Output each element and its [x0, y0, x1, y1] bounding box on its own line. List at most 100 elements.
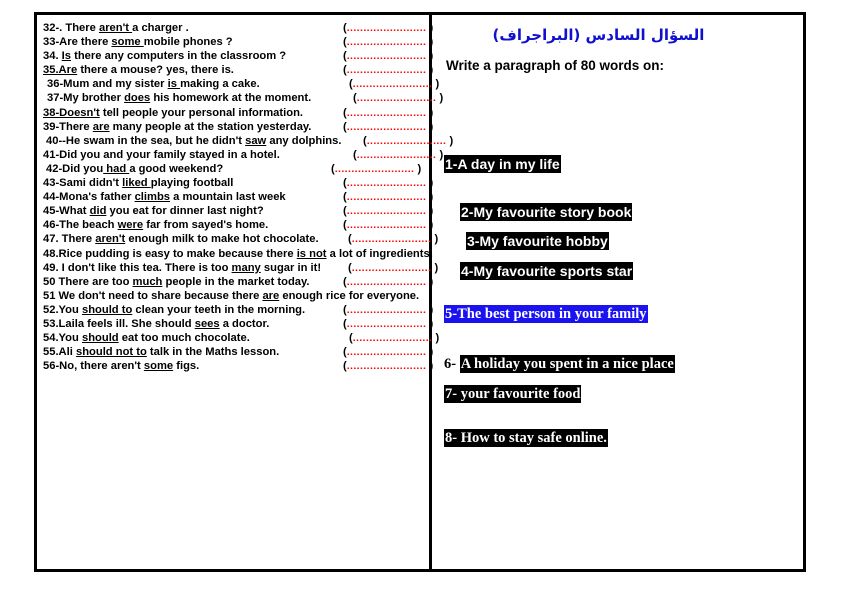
topic-label: 8- How to stay safe online.	[444, 429, 608, 447]
topic-item[interactable]: 8- How to stay safe online.	[444, 429, 608, 447]
answer-blank[interactable]: (........................ )	[343, 120, 433, 134]
sentence-row: 48.Rice pudding is easy to make because …	[43, 247, 433, 261]
answer-blank[interactable]: (........................ )	[343, 218, 433, 232]
topic-item[interactable]: 4-My favourite sports star	[460, 262, 634, 281]
answer-blank-dots: ........................	[334, 162, 415, 175]
sentence-part-after: far from sayed's home.	[143, 219, 269, 232]
sentence-part-before: 45-What	[43, 205, 90, 218]
answer-blank[interactable]: (........................ )	[348, 232, 438, 246]
answer-blank[interactable]: (........................ )	[349, 331, 439, 345]
answer-blank[interactable]: (........................ )	[343, 317, 433, 331]
answer-blank[interactable]: (........................ )	[343, 190, 433, 204]
topic-item[interactable]: 2-My favourite story book	[460, 203, 633, 222]
answer-blank[interactable]: (........................ )	[353, 91, 443, 105]
sentence-text: 51 We don't need to share because there …	[43, 289, 419, 303]
sentence-row: 50 There are too much people in the mark…	[43, 275, 433, 289]
underlined-error-word: had	[103, 162, 130, 175]
underlined-error-word: 38-Doesn't	[43, 106, 100, 119]
underlined-error-word: did	[89, 205, 107, 218]
sentence-part-after: people in the market today.	[162, 275, 310, 288]
answer-blank-dots: ........................	[346, 275, 427, 288]
answer-blank[interactable]: (........................ )	[343, 345, 433, 359]
left-column-exercises: 32-. There aren't a charger . (..........…	[37, 15, 453, 569]
sentence-row: 40--He swam in the sea, but he didn't sa…	[43, 134, 453, 148]
answer-blank-dots: ........................	[356, 148, 437, 161]
sentence-part-before: 56-No, there aren't	[43, 360, 144, 373]
answer-blank[interactable]: (........................ )	[343, 275, 433, 289]
underlined-error-word: sees	[194, 317, 220, 330]
sentence-part-after: a mountain last week	[170, 191, 286, 204]
underlined-error-word: Is	[61, 50, 72, 63]
answer-blank[interactable]: (........................ )	[343, 106, 433, 120]
topic-number-prefix: 6-	[444, 356, 460, 372]
underlined-error-word: is	[167, 78, 181, 91]
answer-blank[interactable]: (........................ )	[343, 49, 433, 63]
sentence-row: 51 We don't need to share because there …	[43, 289, 429, 303]
sentence-row: 46-The beach were far from sayed's home.…	[43, 218, 433, 232]
sentence-text: 54.You should eat too much chocolate.	[43, 331, 250, 345]
topic-item[interactable]: 6- A holiday you spent in a nice place	[444, 355, 675, 373]
answer-blank[interactable]: (........................ )	[343, 35, 433, 49]
sentence-part-after: mobile phones ?	[143, 36, 233, 49]
arabic-question-heading: السؤال السادس (البراجراف)	[492, 26, 705, 44]
underlined-error-word: aren't	[98, 22, 133, 34]
sentence-part-after: a good weekend?	[129, 162, 224, 175]
sentence-text: 52.You should to clean your teeth in the…	[43, 303, 305, 317]
sentence-text: 40--He swam in the sea, but he didn't sa…	[46, 134, 341, 148]
sentence-part-after: figs.	[173, 360, 200, 373]
sentence-part-before: 34.	[43, 50, 62, 63]
sentence-text: 37-My brother does his homework at the m…	[47, 91, 311, 105]
sentence-part-after: a charger .	[132, 22, 189, 34]
sentence-part-before: 53.Laila feels ill. She should	[43, 317, 195, 330]
answer-blank[interactable]: (........................ )	[331, 162, 421, 176]
topic-label: 2-My favourite story book	[460, 203, 633, 221]
answer-blank[interactable]: (........................ )	[343, 204, 433, 218]
sentence-part-before: 37-My brother	[47, 92, 125, 105]
answer-blank[interactable]: (........................ )	[348, 261, 438, 275]
answer-blank-dots: ........................	[346, 64, 427, 77]
sentence-text: 36-Mum and my sister is making a cake.	[47, 77, 260, 91]
sentence-part-before: 49. I don't like this tea. There is too	[43, 261, 232, 274]
answer-blank[interactable]: (........................ )	[343, 176, 433, 190]
topic-item[interactable]: 3-My favourite hobby	[466, 232, 609, 251]
answer-blank[interactable]: (........................ )	[343, 21, 433, 35]
sentence-part-before: 44-Mona's father	[43, 191, 135, 204]
answer-blank-dots: ........................	[346, 120, 427, 133]
topic-item[interactable]: 5-The best person in your family	[444, 305, 648, 323]
sentence-part-after: enough milk to make hot chocolate.	[125, 233, 319, 246]
sentence-part-before: 42-Did you	[46, 162, 104, 175]
sentence-part-before: 36-Mum and my sister	[47, 78, 168, 91]
underlined-error-word: 35.Are	[43, 64, 78, 77]
sentence-part-before: 54.You	[43, 332, 82, 345]
underlined-error-word: many	[231, 261, 261, 274]
answer-blank[interactable]: (........................ )	[343, 359, 433, 373]
sentence-part-after: any dolphins.	[266, 134, 342, 147]
answer-blank[interactable]: (........................ )	[343, 63, 433, 77]
answer-blank-dots: ........................	[346, 50, 427, 63]
answer-blank-dots: ........................	[346, 205, 427, 218]
sentence-row: 42-Did you had a good weekend? (.........…	[43, 162, 429, 176]
sentence-part-after: his homework at the moment.	[150, 92, 312, 105]
answer-blank[interactable]: (........................ )	[353, 148, 443, 162]
sentence-part-before: 40--He swam in the sea, but he didn't	[46, 134, 246, 147]
paragraph-topic-list: 1-A day in my life 2-My favourite story b…	[444, 77, 793, 507]
answer-blank-dots: ........................	[346, 191, 427, 204]
topic-item[interactable]: 1-A day in my life	[444, 155, 561, 174]
sentence-part-after: many people at the station yesterday.	[109, 120, 312, 133]
topic-item[interactable]: 7- your favourite food	[444, 385, 582, 403]
sentence-text: 49. I don't like this tea. There is too …	[43, 261, 321, 275]
sentence-text: 42-Did you had a good weekend?	[46, 162, 223, 176]
sentence-part-after: a lot of ingredients.	[326, 247, 433, 260]
topic-label: 1-A day in my life	[444, 155, 561, 173]
answer-blank-dots: ........................	[346, 219, 427, 232]
sentence-row: 52.You should to clean your teeth in the…	[43, 303, 433, 317]
sentence-part-after: playing football	[150, 177, 234, 190]
sentence-part-after: clean your teeth in the morning.	[132, 303, 306, 316]
answer-blank[interactable]: (........................ )	[349, 77, 439, 91]
sentence-row: 35.Are there a mouse? yes, there is. (...…	[43, 63, 433, 77]
answer-blank[interactable]: (........................ )	[343, 303, 433, 317]
sentence-row: 45-What did you eat for dinner last nigh…	[43, 204, 433, 218]
sentence-row: 44-Mona's father climbs a mountain last …	[43, 190, 433, 204]
underlined-error-word: much	[132, 275, 163, 288]
underlined-error-word: should	[81, 332, 119, 345]
